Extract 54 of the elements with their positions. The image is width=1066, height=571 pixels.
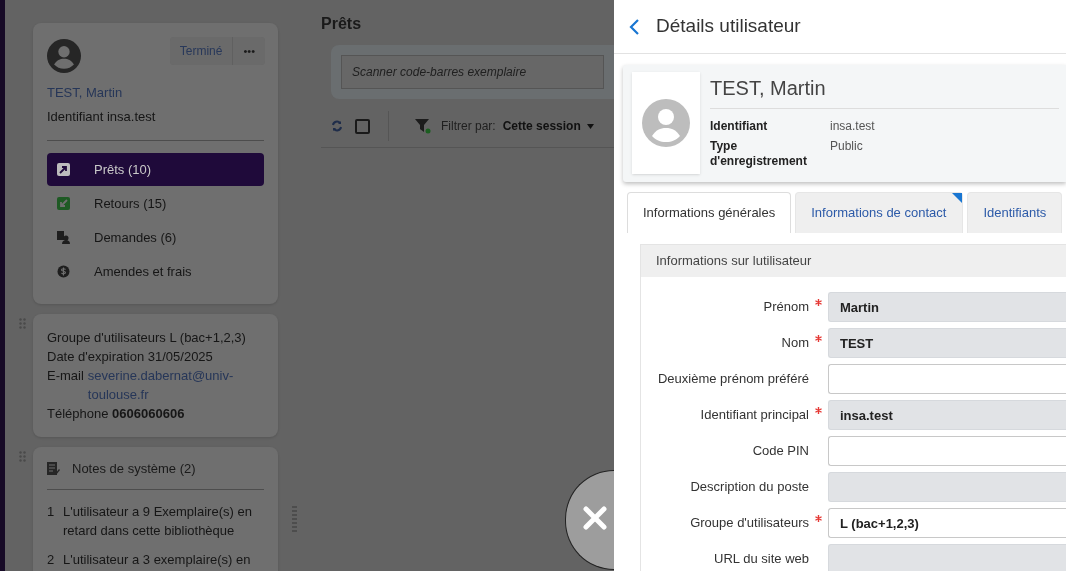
- field-label: Nom: [781, 334, 809, 353]
- note-text: L'utilisateur a 9 Exemplaire(s) en retard dans cette bibliothèque: [63, 502, 253, 540]
- note-number: 2: [47, 550, 55, 569]
- field-label: URL du site web: [714, 550, 809, 569]
- field-label: Prénom: [763, 298, 809, 317]
- filter-dropdown[interactable]: Cette session: [502, 117, 594, 135]
- person-icon: [57, 231, 70, 244]
- fact-label: Identifiant: [710, 119, 769, 134]
- filter-label: Filtrer par:: [441, 118, 496, 135]
- info-label: E-mail: [47, 367, 84, 385]
- refresh-icon[interactable]: [331, 120, 343, 132]
- patron-name: TEST, Martin: [710, 72, 1059, 109]
- select-all-checkbox[interactable]: [355, 118, 370, 134]
- input-field[interactable]: [828, 364, 1066, 394]
- fact-value: Public: [830, 139, 863, 155]
- loans-title: Prêts: [321, 14, 362, 34]
- field-label: Description du poste: [690, 478, 809, 497]
- fact-label: Type d'enregistrement: [710, 139, 808, 169]
- input-field[interactable]: L (bac+1,2,3): [828, 508, 1066, 538]
- nav-item[interactable]: Prêts (10): [47, 153, 264, 186]
- section-header: Informations sur lutilisateur: [641, 245, 1066, 277]
- info-line: Groupe d'utilisateurs L (bac+1,2,3): [47, 329, 247, 347]
- tab[interactable]: Informations générales: [627, 192, 792, 233]
- field-label: Code PIN: [752, 442, 809, 461]
- field-label: Groupe d'utilisateurs: [690, 514, 809, 533]
- note-text: L'utilisateur a 3 exemplaire(s) en: [63, 550, 251, 569]
- tab[interactable]: Informations de contact: [795, 192, 964, 233]
- nav-item[interactable]: Demandes (6): [47, 221, 264, 254]
- close-icon: [582, 505, 608, 531]
- nav-item[interactable]: Retours (15): [47, 187, 264, 220]
- details-title: Détails utilisateur: [656, 14, 801, 39]
- fact-value: insa.test: [830, 119, 875, 134]
- field-label: Identifiant principal: [700, 406, 809, 425]
- input-field[interactable]: [828, 436, 1066, 466]
- arrow-out-icon: [57, 163, 70, 176]
- field-label: Deuxième prénom préféré: [657, 370, 809, 389]
- info-line: Date d'expiration 31/05/2025: [47, 348, 214, 366]
- coin-icon: [57, 265, 70, 278]
- avatar-icon: [47, 39, 81, 73]
- filter-icon[interactable]: [415, 118, 431, 134]
- drag-handle-icon[interactable]: [19, 451, 27, 462]
- patron-id: Identifiant insa.test: [47, 107, 156, 126]
- caret-icon: [586, 123, 594, 129]
- drag-handle-icon[interactable]: [19, 318, 27, 329]
- avatar-icon: [642, 99, 690, 147]
- scan-field[interactable]: Scanner code-barres exemplaire: [341, 55, 604, 89]
- note-number: 1: [47, 502, 55, 521]
- back-icon[interactable]: [628, 17, 640, 36]
- notes-icon: [47, 461, 60, 476]
- arrow-in-icon: [57, 197, 70, 210]
- tab[interactable]: Identifiants: [967, 192, 1063, 233]
- notes-title: Notes de système (2): [72, 460, 196, 478]
- nav-item[interactable]: Amendes et frais: [47, 255, 264, 288]
- info-line: Téléphone 0606060606: [47, 405, 186, 423]
